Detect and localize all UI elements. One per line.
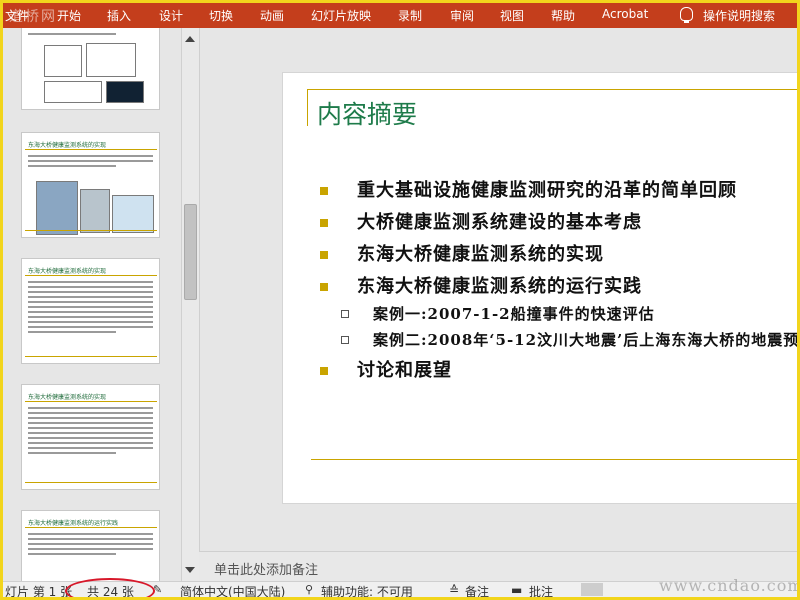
slide-thumbnail[interactable] xyxy=(21,28,160,110)
photo-image xyxy=(80,189,110,233)
tab-help[interactable]: 帮助 xyxy=(551,7,575,24)
chart-image xyxy=(44,45,82,77)
scrollbar-thumb[interactable] xyxy=(184,204,197,300)
thumbnail-title: 东海大桥健康监测系统的实现 xyxy=(28,268,107,275)
highlight-circle xyxy=(65,578,155,597)
slide-editor: 内容摘要 重大基础设施健康监测研究的沿革的简单回顾 大桥健康监测系统建设的基本考… xyxy=(199,28,797,551)
diagram-image xyxy=(112,195,154,233)
ribbon-tabs: 道桥网 文件 开始 插入 设计 切换 动画 幻灯片放映 录制 审阅 视图 帮助 … xyxy=(3,3,797,28)
current-slide[interactable]: 内容摘要 重大基础设施健康监测研究的沿革的简单回顾 大桥健康监测系统建设的基本考… xyxy=(282,72,797,504)
scroll-up-icon[interactable] xyxy=(185,36,195,42)
slide-thumbnail[interactable]: 东海大桥健康监测系统的实现 xyxy=(21,258,160,364)
slide-thumbnail-pane: 东海大桥健康监测系统的实现 东海大桥健康监测系统的实现 东海大桥健康监测系统的实… xyxy=(3,28,181,581)
bridge-image xyxy=(106,81,144,103)
notes-placeholder[interactable]: 单击此处添加备注 xyxy=(214,559,318,578)
photo-image xyxy=(36,181,78,235)
watermark: www.cndao.com xyxy=(659,576,800,595)
thumbnail-title: 东海大桥健康监测系统的实现 xyxy=(28,394,107,401)
thumbnail-scrollbar[interactable] xyxy=(181,28,199,581)
chart-image xyxy=(86,43,136,77)
accessibility-status[interactable]: 辅助功能: 不可用 xyxy=(321,583,413,597)
thumbnail-title: 东海大桥健康监测系统的实现 xyxy=(28,142,107,149)
bottom-divider xyxy=(311,459,797,460)
bullet-list[interactable]: 重大基础设施健康监测研究的沿革的简单回顾 大桥健康监测系统建设的基本考虑 东海大… xyxy=(319,179,797,391)
bullet-item: 讨论和展望 xyxy=(319,359,797,383)
tab-design[interactable]: 设计 xyxy=(159,7,183,24)
normal-view-button[interactable] xyxy=(581,583,603,596)
tell-me-search[interactable]: 操作说明搜索 xyxy=(703,7,775,24)
tab-record[interactable]: 录制 xyxy=(398,7,422,24)
app-window: 道桥网 文件 开始 插入 设计 切换 动画 幻灯片放映 录制 审阅 视图 帮助 … xyxy=(0,0,800,600)
bullet-item: 重大基础设施健康监测研究的沿革的简单回顾 xyxy=(319,179,797,203)
tab-slideshow[interactable]: 幻灯片放映 xyxy=(311,7,371,24)
lightbulb-icon xyxy=(680,7,693,23)
slide-title[interactable]: 内容摘要 xyxy=(317,95,417,131)
comments-icon: ▬ xyxy=(511,583,523,597)
tab-insert[interactable]: 插入 xyxy=(107,7,131,24)
scroll-down-icon[interactable] xyxy=(185,567,195,573)
tab-transitions[interactable]: 切换 xyxy=(209,7,233,24)
notes-icon: ≙ xyxy=(449,583,460,597)
slide-thumbnail[interactable]: 东海大桥健康监测系统的运行实践 xyxy=(21,510,160,581)
tab-file[interactable]: 文件 xyxy=(5,7,29,24)
slide-number: 灯片 第 1 张 xyxy=(5,585,73,599)
tab-acrobat[interactable]: Acrobat xyxy=(602,7,648,21)
bullet-item: 东海大桥健康监测系统的实现 xyxy=(319,243,797,267)
tab-home[interactable]: 开始 xyxy=(57,7,81,24)
slide-thumbnail[interactable]: 东海大桥健康监测系统的实现 xyxy=(21,384,160,490)
thumbnail-title: 东海大桥健康监测系统的运行实践 xyxy=(28,520,119,527)
tab-animations[interactable]: 动画 xyxy=(260,7,284,24)
sub-bullet-item: 案例一:2007-1-2船撞事件的快速评估 xyxy=(319,303,797,325)
accessibility-icon: ⚲ xyxy=(305,583,314,596)
tab-view[interactable]: 视图 xyxy=(500,7,524,24)
slide-thumbnail[interactable]: 东海大桥健康监测系统的实现 xyxy=(21,132,160,238)
sorter-view-button[interactable] xyxy=(615,583,637,596)
bullet-item: 东海大桥健康监测系统的运行实践 xyxy=(319,275,797,299)
language-indicator[interactable]: 简体中文(中国大陆) xyxy=(180,583,285,597)
table-image xyxy=(44,81,102,103)
comments-button[interactable]: 批注 xyxy=(529,583,553,597)
sub-bullet-item: 案例二:2008年‘5-12汶川大地震’后上海东海大桥的地震预警 xyxy=(319,329,797,351)
bullet-item: 大桥健康监测系统建设的基本考虑 xyxy=(319,211,797,235)
notes-button[interactable]: 备注 xyxy=(465,583,489,597)
tab-review[interactable]: 审阅 xyxy=(450,7,474,24)
spellcheck-icon[interactable]: ✎ xyxy=(153,583,162,596)
